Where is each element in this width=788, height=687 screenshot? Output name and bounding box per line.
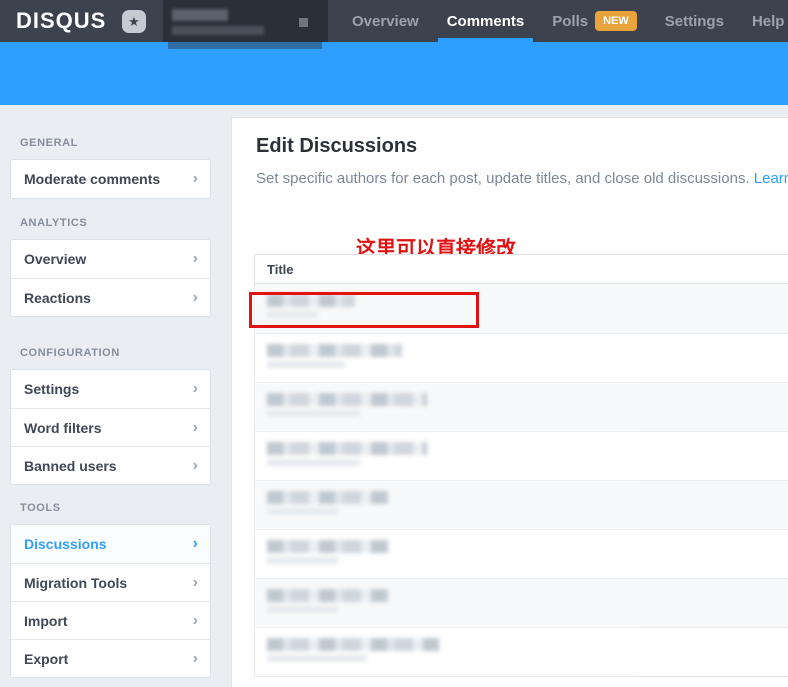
site-selector-dropdown[interactable] <box>163 0 328 42</box>
sidebar-section-title: TOOLS <box>20 502 61 514</box>
red-annotation-box <box>249 292 479 328</box>
table-row[interactable] <box>255 578 788 627</box>
sidebar-item-label: Banned users <box>24 458 117 474</box>
sidebar-item-word-filters[interactable]: Word filters › <box>11 408 210 446</box>
nav-item-label: Settings <box>664 12 724 30</box>
nav-item-label: Overview <box>352 12 419 30</box>
nav-item-help[interactable]: Help <box>752 0 785 42</box>
sidebar-item-overview[interactable]: Overview › <box>11 240 210 278</box>
new-badge: NEW <box>595 11 637 31</box>
sidebar-group: Moderate comments › <box>10 159 211 199</box>
sidebar-item-label: Export <box>24 651 69 667</box>
sidebar-item-label: Overview <box>24 251 87 267</box>
sidebar-item-label: Word filters <box>24 420 102 436</box>
sidebar-group: Overview › Reactions › <box>10 239 211 317</box>
sidebar-section-tools: TOOLS Discussions › Migration Tools › Import ›… <box>10 502 211 678</box>
sidebar-section-analytics: ANALYTICS Overview › Reactions › <box>10 217 211 317</box>
nav-item-comments[interactable]: Comments <box>437 0 534 42</box>
dropdown-caret-icon <box>299 18 308 27</box>
chevron-right-icon: › <box>192 457 198 474</box>
redacted-title-text <box>267 540 389 564</box>
sidebar-item-migration-tools[interactable]: Migration Tools › <box>11 563 210 601</box>
table-row[interactable] <box>255 529 788 578</box>
star-icon: ★ <box>122 10 146 33</box>
sidebar-item-label: Moderate comments <box>24 171 161 187</box>
table-row[interactable] <box>255 382 788 431</box>
redacted-title-text <box>267 638 439 662</box>
chevron-right-icon: › <box>192 650 198 667</box>
nav-item-label: Help <box>751 12 785 30</box>
table-header-title: Title <box>255 255 788 284</box>
blue-banner <box>0 42 788 105</box>
sidebar-group: Discussions › Migration Tools › Import › Expor… <box>10 524 211 678</box>
table-row[interactable] <box>255 333 788 382</box>
disqus-logo: DISQUS <box>16 8 107 33</box>
sidebar-item-export[interactable]: Export › <box>11 639 210 677</box>
redacted-title-text <box>267 344 402 368</box>
redacted-title-text <box>267 442 427 466</box>
table-row[interactable] <box>255 431 788 480</box>
page-description: Set specific authors for each post, upda… <box>256 170 788 187</box>
sidebar-item-banned-users[interactable]: Banned users › <box>11 446 210 484</box>
main-content-panel: Edit Discussions Set specific authors fo… <box>231 117 788 687</box>
redacted-site-name <box>172 9 264 35</box>
sidebar-section-title: CONFIGURATION <box>20 347 120 359</box>
active-tab-underline <box>437 38 534 42</box>
sidebar-group: Settings › Word filters › Banned users › <box>10 369 211 485</box>
chevron-right-icon: › <box>192 289 198 306</box>
sidebar-section-configuration: CONFIGURATION Settings › Word filters › Banne… <box>10 347 211 485</box>
redacted-title-text <box>267 589 389 613</box>
chevron-right-icon: › <box>192 535 198 552</box>
table-row[interactable] <box>255 480 788 529</box>
page-title: Edit Discussions <box>256 135 418 157</box>
sidebar-item-label: Discussions <box>24 536 107 552</box>
nav-item-settings[interactable]: Settings <box>665 0 724 42</box>
disqus-admin-screen: DISQUS ★ Overview Comments Polls NEW Setting… <box>0 0 788 687</box>
top-navigation-bar: DISQUS ★ Overview Comments Polls NEW Setting… <box>0 0 788 42</box>
sidebar-item-import[interactable]: Import › <box>11 601 210 639</box>
sidebar-section-title: ANALYTICS <box>20 217 88 229</box>
chevron-right-icon: › <box>192 250 198 267</box>
table-row[interactable] <box>255 627 788 676</box>
learn-more-link[interactable]: Learn more <box>754 170 788 187</box>
redacted-title-text <box>267 491 389 515</box>
sidebar-item-label: Reactions <box>24 290 91 306</box>
nav-item-label: Polls <box>552 12 589 30</box>
nav-item-overview[interactable]: Overview <box>352 0 419 42</box>
chevron-right-icon: › <box>192 380 198 397</box>
sidebar-section-title: GENERAL <box>20 137 78 149</box>
sidebar-section-general: GENERAL Moderate comments › <box>10 137 211 199</box>
top-nav-links: Overview Comments Polls NEW Settings Help <box>352 0 784 42</box>
sidebar-navigation: GENERAL Moderate comments › ANALYTICS Overvi… <box>10 105 211 678</box>
sidebar-item-settings[interactable]: Settings › <box>11 370 210 408</box>
sidebar-item-moderate-comments[interactable]: Moderate comments › <box>11 160 210 198</box>
chevron-right-icon: › <box>192 170 198 187</box>
sidebar-item-label: Settings <box>24 381 80 397</box>
sidebar-item-label: Migration Tools <box>24 575 128 591</box>
site-tab-underline <box>168 42 322 49</box>
chevron-right-icon: › <box>192 612 198 629</box>
sidebar-item-label: Import <box>24 613 68 629</box>
chevron-right-icon: › <box>192 419 198 436</box>
sidebar-item-discussions[interactable]: Discussions › <box>11 525 210 563</box>
nav-item-polls[interactable]: Polls NEW <box>552 0 637 42</box>
sidebar-item-reactions[interactable]: Reactions › <box>11 278 210 316</box>
chevron-right-icon: › <box>192 574 198 591</box>
description-text: Set specific authors for each post, upda… <box>256 170 754 187</box>
redacted-title-text <box>267 393 427 417</box>
nav-item-label: Comments <box>446 12 525 30</box>
